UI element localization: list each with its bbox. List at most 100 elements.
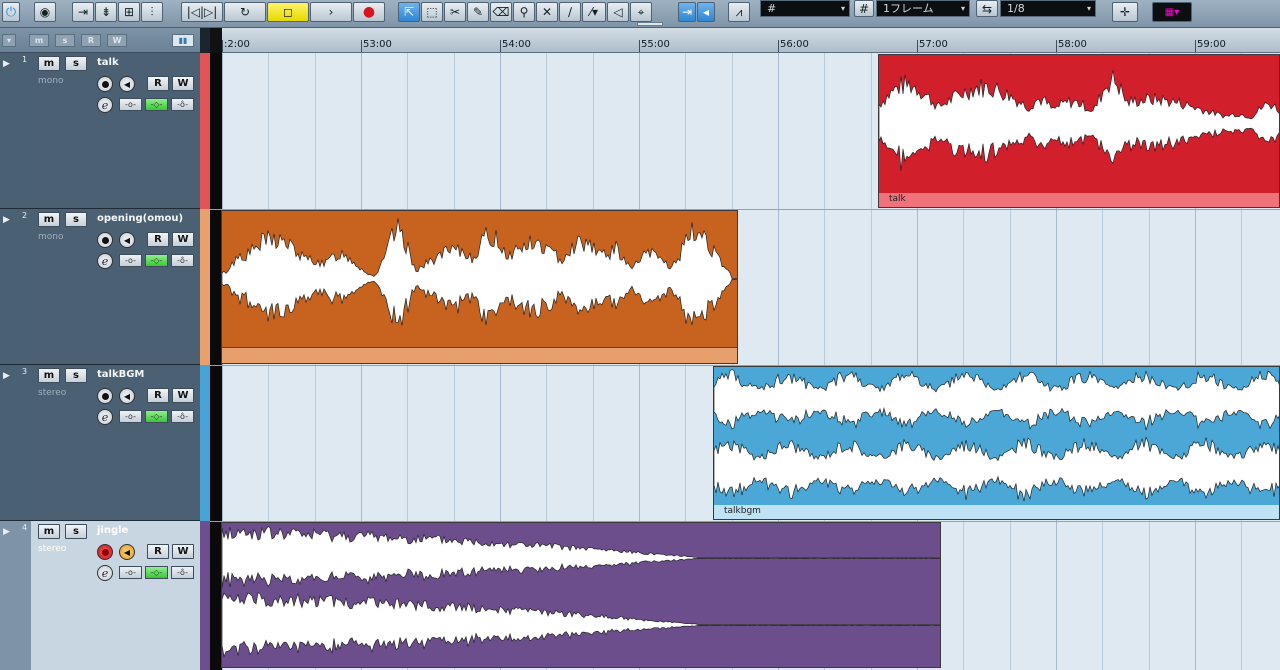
write-automation-button[interactable]: W <box>172 544 194 559</box>
autoscroll-suspend-icon[interactable]: ◂ <box>697 2 715 22</box>
edit-channel-icon[interactable]: e <box>97 97 113 113</box>
track-name[interactable]: talk <box>97 57 119 68</box>
mute-tool-icon[interactable]: ✕ <box>536 2 558 22</box>
edit-channel-icon[interactable]: e <box>97 253 113 269</box>
solo-button[interactable]: s <box>65 368 87 383</box>
edit-channel-icon[interactable]: e <box>97 565 113 581</box>
track-name[interactable]: talkBGM <box>97 369 144 380</box>
audio-event-opening[interactable] <box>221 210 738 364</box>
inserts-bypass-icon[interactable]: -o- <box>119 254 142 267</box>
monitor-icon[interactable]: ◀ <box>119 388 135 404</box>
record-enable-icon[interactable] <box>97 76 113 92</box>
expand-track-icon[interactable]: ▶ <box>3 371 10 381</box>
monitor-icon[interactable]: ◀ <box>119 232 135 248</box>
eq-bypass-icon[interactable]: -◇- <box>145 98 168 111</box>
write-automation-button[interactable]: W <box>172 232 194 247</box>
global-mute-filter[interactable]: m <box>29 34 49 47</box>
edit-channel-icon[interactable]: e <box>97 409 113 425</box>
color-palette-icon[interactable]: ▦▾ <box>1152 2 1192 22</box>
sends-bypass-icon[interactable]: -ô- <box>171 98 194 111</box>
track-3[interactable]: ▶ 3 m s talkBGM stereo ◀ R W e -o- -◇- -… <box>0 365 200 521</box>
show-inspector-icon[interactable]: ⇥ <box>72 2 94 22</box>
track-control-panel: m s opening(omou) mono ◀ R W e -o- -◇- -… <box>31 209 200 364</box>
record-enable-icon[interactable] <box>97 232 113 248</box>
play-tool-icon[interactable]: ◁ <box>607 2 629 22</box>
timeline-ruler[interactable]: :2:00 53:00 54:00 55:00 56:00 57:00 58:0… <box>210 28 1280 53</box>
collapse-icon[interactable]: ▾ <box>2 34 16 47</box>
quantize-select[interactable]: 1/8 ▾ <box>1000 0 1096 17</box>
read-automation-button[interactable]: R <box>147 232 169 247</box>
eq-bypass-icon[interactable]: -◇- <box>145 566 168 579</box>
monitor-icon[interactable]: ◀ <box>119 544 135 560</box>
waveform <box>222 592 940 658</box>
mute-button[interactable]: m <box>38 212 60 227</box>
zoom-icon[interactable]: ⚲ <box>513 2 535 22</box>
snap-type-select[interactable]: # ▾ <box>760 0 850 17</box>
solo-button[interactable]: s <box>65 212 87 227</box>
show-overview-icon[interactable]: ⇟ <box>95 2 117 22</box>
inserts-bypass-icon[interactable]: -o- <box>119 410 142 423</box>
show-pool-icon[interactable]: ⊞ <box>118 2 140 22</box>
go-to-start-icon[interactable]: |◁|▷| <box>181 2 223 22</box>
record-enable-icon[interactable] <box>97 544 113 560</box>
erase-icon[interactable]: ⌫ <box>490 2 512 22</box>
write-automation-button[interactable]: W <box>172 76 194 91</box>
expand-track-icon[interactable]: ▶ <box>3 59 10 69</box>
track-name[interactable]: opening(omou) <box>97 213 183 224</box>
range-selection-icon[interactable]: ⬚ <box>421 2 443 22</box>
toolbar-scroll-handle[interactable] <box>637 22 663 26</box>
show-mixer-icon[interactable]: ⫶ <box>141 2 163 22</box>
track-channel-type: stereo <box>38 544 67 554</box>
solo-button[interactable]: s <box>65 524 87 539</box>
scrub-icon[interactable]: ⌖ <box>630 2 652 22</box>
audio-event-talkbgm[interactable]: talkbgm <box>713 366 1280 520</box>
track-name[interactable]: jingle <box>97 525 128 536</box>
glue-icon[interactable]: ✎ <box>467 2 489 22</box>
snap-icon[interactable]: ⩘ <box>728 2 750 22</box>
audio-event-jingle[interactable] <box>221 522 941 668</box>
event-display[interactable]: talk talkbgm <box>210 53 1280 670</box>
inserts-bypass-icon[interactable]: -o- <box>119 98 142 111</box>
monitor-icon[interactable]: ◀ <box>119 76 135 92</box>
mute-button[interactable]: m <box>38 368 60 383</box>
expand-track-icon[interactable]: ▶ <box>3 215 10 225</box>
read-automation-button[interactable]: R <box>147 388 169 403</box>
stop-icon[interactable]: ◻ <box>267 2 309 22</box>
solo-button[interactable]: s <box>65 56 87 71</box>
power-icon[interactable]: ⏻ <box>2 2 20 22</box>
track-4[interactable]: ▶ 4 m s jingle stereo ◀ R W e -o- -◇- -ô… <box>0 521 200 670</box>
timewarp-icon[interactable]: ∕ <box>559 2 581 22</box>
track-colors-icon[interactable]: ▮▮ <box>172 34 194 47</box>
global-read-filter[interactable]: R <box>81 34 101 47</box>
eq-bypass-icon[interactable]: -◇- <box>145 410 168 423</box>
read-automation-button[interactable]: R <box>147 544 169 559</box>
expand-track-icon[interactable]: ▶ <box>3 527 10 537</box>
sends-bypass-icon[interactable]: -ô- <box>171 410 194 423</box>
grid-select[interactable]: 1フレーム ▾ <box>876 0 970 17</box>
play-icon[interactable]: › <box>310 2 352 22</box>
eq-bypass-icon[interactable]: -◇- <box>145 254 168 267</box>
split-icon[interactable]: ✂ <box>444 2 466 22</box>
crosshair-icon[interactable]: ✛ <box>1112 2 1138 22</box>
sends-bypass-icon[interactable]: -ô- <box>171 566 194 579</box>
record-icon[interactable]: ● <box>353 2 385 22</box>
audio-event-talk[interactable]: talk <box>878 54 1280 208</box>
quantize-icon[interactable]: ⇆ <box>976 0 998 17</box>
global-solo-filter[interactable]: s <box>55 34 75 47</box>
read-automation-button[interactable]: R <box>147 76 169 91</box>
constrain-icon[interactable]: ◉ <box>34 2 56 22</box>
sends-bypass-icon[interactable]: -ô- <box>171 254 194 267</box>
grid-type-icon[interactable]: # <box>854 0 874 17</box>
autoscroll-icon[interactable]: ⇥ <box>678 2 696 22</box>
draw-icon[interactable]: ⁄▾ <box>582 2 606 22</box>
cycle-icon[interactable]: ↻ <box>224 2 266 22</box>
write-automation-button[interactable]: W <box>172 388 194 403</box>
mute-button[interactable]: m <box>38 524 60 539</box>
global-write-filter[interactable]: W <box>107 34 127 47</box>
track-2[interactable]: ▶ 2 m s opening(omou) mono ◀ R W e -o- -… <box>0 209 200 365</box>
object-selection-icon[interactable]: ⇱ <box>398 2 420 22</box>
inserts-bypass-icon[interactable]: -o- <box>119 566 142 579</box>
record-enable-icon[interactable] <box>97 388 113 404</box>
mute-button[interactable]: m <box>38 56 60 71</box>
track-1[interactable]: ▶ 1 m s talk mono ◀ R W e -o- -◇- -ô- <box>0 53 200 209</box>
